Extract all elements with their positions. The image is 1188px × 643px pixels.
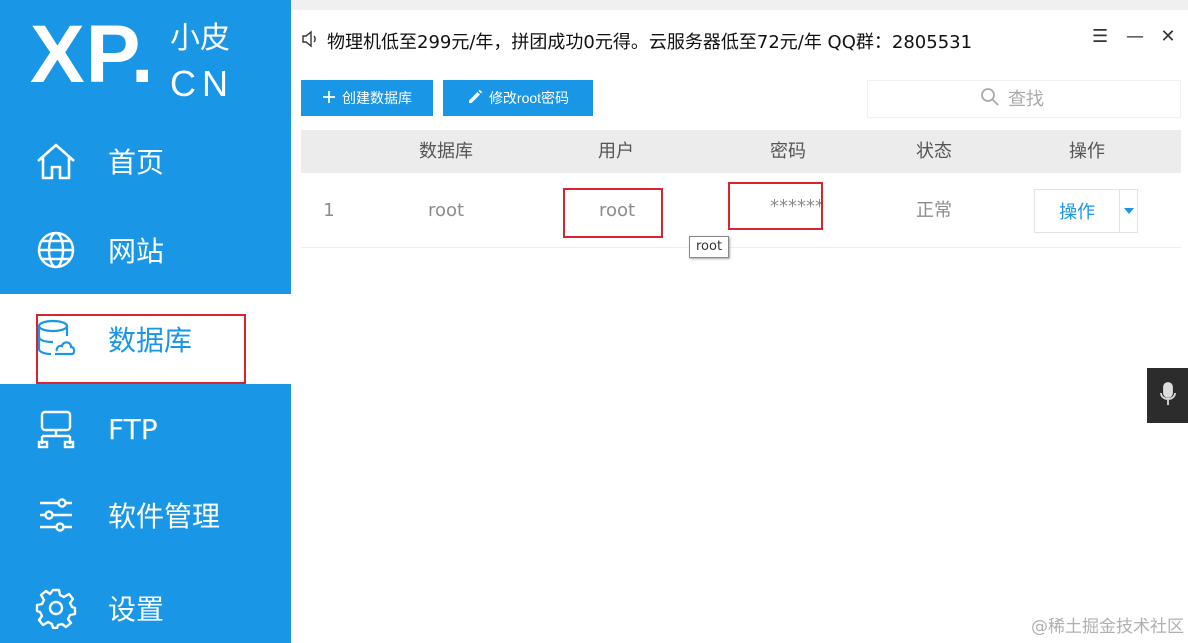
- row-action-dropdown[interactable]: 操作: [1034, 189, 1138, 233]
- row-index: 1: [323, 200, 335, 221]
- menu-button[interactable]: ☰: [1092, 28, 1108, 46]
- notice-text[interactable]: 物理机低至299元/年，拼团成功0元得。云服务器低至72元/年 QQ群：2805…: [327, 28, 972, 54]
- column-header-password: 密码: [770, 141, 806, 162]
- microphone-button[interactable]: [1147, 368, 1188, 423]
- sidebar-item-label: 软件管理: [108, 500, 221, 533]
- pencil-icon: [467, 89, 483, 108]
- home-icon: [34, 139, 78, 183]
- plus-icon: [322, 90, 336, 107]
- sidebar-item-label: 网站: [108, 235, 165, 268]
- gear-icon: [34, 586, 78, 630]
- cell-status: 正常: [916, 200, 952, 221]
- sidebar-item-label: 首页: [108, 146, 165, 179]
- create-database-button[interactable]: 创建数据库: [301, 80, 433, 116]
- app-logo: XP. 小皮 CN: [0, 0, 291, 118]
- column-header-user: 用户: [598, 141, 634, 162]
- sliders-icon: [34, 493, 78, 537]
- close-button[interactable]: ✕: [1160, 28, 1176, 46]
- sidebar-item-ftp[interactable]: FTP: [0, 384, 291, 474]
- globe-icon: [34, 228, 78, 272]
- sidebar-item-label: 设置: [108, 593, 165, 626]
- logo-xp: XP.: [30, 9, 155, 100]
- search-box[interactable]: [867, 80, 1181, 118]
- caret-down-icon[interactable]: [1119, 190, 1137, 232]
- ftp-icon: [34, 407, 78, 451]
- watermark: @稀土掘金技术社区: [1031, 617, 1184, 637]
- logo-subtitle: 小皮: [170, 21, 230, 56]
- sidebar-item-website[interactable]: 网站: [0, 205, 291, 295]
- window-controls: ☰ — ✕: [1092, 28, 1176, 46]
- cell-database: root: [427, 200, 465, 221]
- column-header-action: 操作: [1069, 141, 1105, 162]
- speaker-icon: [301, 30, 319, 52]
- highlight-box-password: [728, 182, 823, 230]
- main-content: 创建数据库 修改root密码 数据库 用户 密码 状态 操作 1 root ro…: [291, 68, 1188, 643]
- sidebar-item-software[interactable]: 软件管理: [0, 470, 291, 560]
- minimize-button[interactable]: —: [1126, 28, 1144, 46]
- highlight-box-database-nav: [36, 314, 246, 384]
- action-button[interactable]: 操作: [1035, 198, 1119, 224]
- change-root-password-label: 修改root密码: [488, 90, 570, 106]
- microphone-icon: [1159, 381, 1176, 410]
- create-database-label: 创建数据库: [342, 90, 412, 106]
- sidebar-item-home[interactable]: 首页: [0, 116, 291, 206]
- highlight-box-user: [563, 188, 663, 238]
- column-header-database: 数据库: [419, 141, 473, 162]
- search-icon: [980, 87, 1000, 111]
- tooltip: root: [689, 236, 730, 258]
- logo-cn: CN: [170, 63, 234, 104]
- column-header-status: 状态: [916, 141, 952, 162]
- change-root-password-button[interactable]: 修改root密码: [443, 80, 593, 116]
- notice-bar: 物理机低至299元/年，拼团成功0元得。云服务器低至72元/年 QQ群：2805…: [291, 10, 1188, 68]
- sidebar-item-label: FTP: [108, 412, 158, 446]
- sidebar-item-settings[interactable]: 设置: [0, 563, 291, 643]
- search-input[interactable]: [1008, 88, 1068, 110]
- table-header: 数据库 用户 密码 状态 操作: [301, 130, 1181, 173]
